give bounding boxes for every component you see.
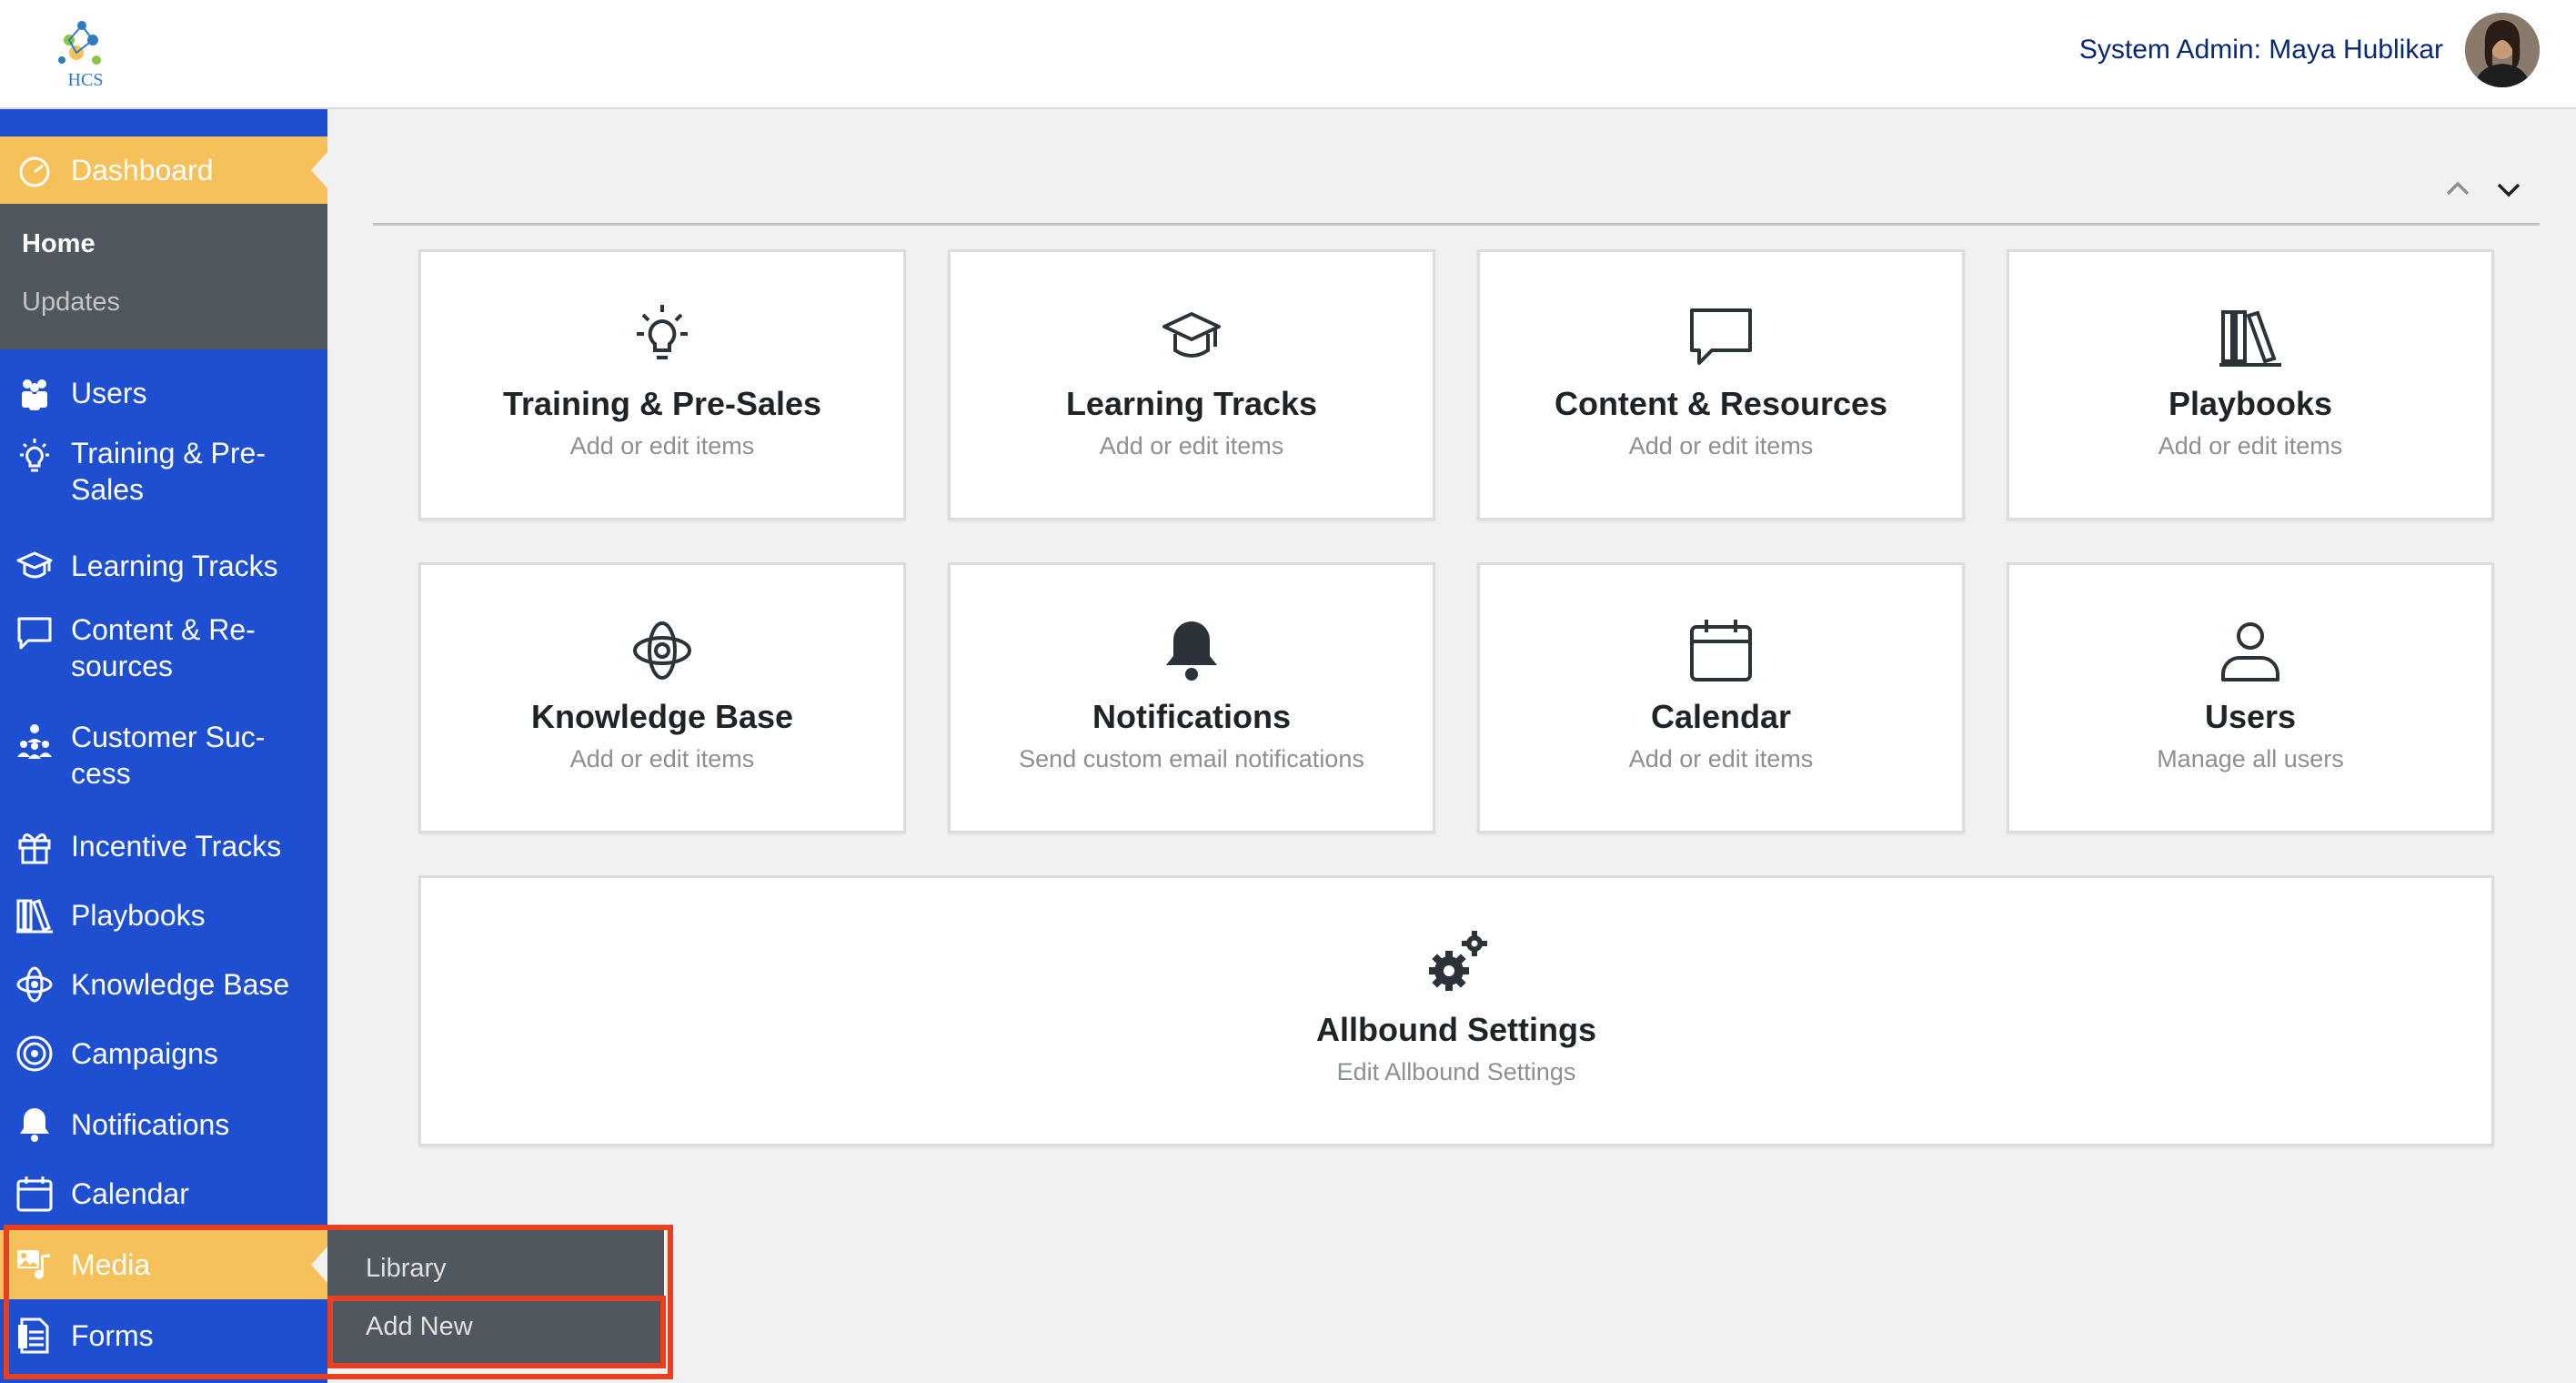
sidebar-item-label: Incentive Tracks [71,830,282,863]
card-subtitle: Send custom email notifications [1019,745,1364,772]
card-calendar[interactable]: Calendar Add or edit items [1477,562,1965,833]
card-title: Notifications [1092,698,1291,735]
atom-icon [624,612,700,689]
sidebar-item-label: Notifications [71,1108,230,1141]
sidebar-item-campaigns[interactable]: Campaigns [0,1026,327,1081]
gears-icon [1418,925,1494,1002]
graduation-cap-icon [1153,299,1230,376]
flyout-add-new[interactable]: Add New [366,1312,473,1342]
card-title: Knowledge Base [530,698,794,735]
card-learning-tracks[interactable]: Learning Tracks Add or edit items [948,249,1435,520]
card-title: Users [2204,698,2297,735]
books-icon [2212,299,2289,376]
card-subtitle: Edit Allbound Settings [1336,1058,1576,1085]
sidebar-item-content-resources[interactable]: Content & Re- sources [0,611,327,684]
sidebar-item-label: Dashboard [71,154,214,187]
users-icon [13,371,56,415]
dashboard-panel: Training & Pre-Sales Add or edit items L… [373,138,2540,1217]
bell-icon [13,1103,56,1146]
dashboard-icon [13,148,56,192]
sidebar-item-label: Users [71,377,147,409]
card-notifications[interactable]: Notifications Send custom email notifica… [948,562,1435,833]
admin-user-label[interactable]: System Admin: Maya Hublikar [2079,35,2443,66]
card-subtitle: Add or edit items [1628,745,1814,772]
card-allbound-settings[interactable]: Allbound Settings Edit Allbound Settings [418,875,2494,1146]
atom-icon [13,963,56,1006]
sidebar-item-label: Learning Tracks [71,550,278,582]
sidebar: Dashboard Home Updates Users Training & … [0,109,327,1383]
user-icon [2212,612,2289,689]
svg-text:HCS: HCS [68,70,104,90]
panel-header [373,138,2540,226]
bell-icon [1153,612,1230,689]
sidebar-item-label: Content & Re- sources [71,613,256,682]
card-title: Playbooks [2168,385,2333,422]
chevron-up-icon[interactable] [2440,171,2476,207]
card-title: Learning Tracks [1065,385,1318,422]
card-subtitle: Add or edit items [569,745,755,772]
card-title: Content & Resources [1554,385,1888,422]
submenu-updates[interactable]: Updates [22,288,120,318]
sidebar-item-forms[interactable]: Forms [0,1301,327,1370]
media-icon [13,1243,56,1287]
dashboard-submenu: Home Updates [0,204,327,349]
sidebar-item-media[interactable]: Media [0,1230,327,1299]
sidebar-item-label: Training & Pre- Sales [71,437,266,506]
sidebar-item-knowledge-base[interactable]: Knowledge Base [0,957,327,1012]
sidebar-item-label: Forms [71,1319,154,1352]
sidebar-item-training-pre-sales[interactable]: Training & Pre- Sales [0,435,327,508]
card-title: Calendar [1650,698,1792,735]
card-subtitle: Manage all users [2157,745,2344,772]
speech-bubble-icon [13,611,56,655]
sidebar-item-label: Knowledge Base [71,968,290,1001]
sidebar-item-incentive-tracks[interactable]: Incentive Tracks [0,819,327,873]
card-knowledge-base[interactable]: Knowledge Base Add or edit items [418,562,906,833]
calendar-icon [13,1172,56,1216]
forms-icon [13,1314,56,1358]
sidebar-item-label: Playbooks [71,899,206,932]
card-subtitle: Add or edit items [1099,432,1284,459]
card-subtitle: Add or edit items [569,432,755,459]
submenu-home[interactable]: Home [22,229,96,259]
sidebar-item-customer-success[interactable]: Customer Suc- cess [0,719,327,792]
sidebar-item-dashboard[interactable]: Dashboard [0,136,327,204]
top-bar: HCS System Admin: Maya Hublikar [0,0,2576,109]
graduation-cap-icon [13,544,56,588]
sidebar-item-label: Media [71,1248,151,1281]
sidebar-item-calendar[interactable]: Calendar [0,1166,327,1221]
sidebar-item-learning-tracks[interactable]: Learning Tracks [0,539,327,593]
card-training-pre-sales[interactable]: Training & Pre-Sales Add or edit items [418,249,906,520]
flyout-library[interactable]: Library [366,1254,447,1284]
card-playbooks[interactable]: Playbooks Add or edit items [2007,249,2494,520]
calendar-icon [1683,612,1759,689]
target-icon [13,1032,56,1075]
lightbulb-icon [624,299,700,376]
card-title: Training & Pre-Sales [502,385,822,422]
sidebar-item-label: Customer Suc- cess [71,721,266,790]
hcs-logo[interactable]: HCS [45,13,122,95]
org-chart-icon [13,719,56,762]
card-users[interactable]: Users Manage all users [2007,562,2494,833]
card-title: Allbound Settings [1316,1011,1596,1048]
card-subtitle: Add or edit items [2158,432,2343,459]
sidebar-item-label: Calendar [71,1177,189,1210]
sidebar-item-label: Campaigns [71,1037,218,1070]
card-subtitle: Add or edit items [1628,432,1814,459]
sidebar-item-playbooks[interactable]: Playbooks [0,888,327,943]
lightbulb-icon [13,435,56,479]
avatar[interactable] [2465,13,2540,87]
media-flyout-menu: Library Add New [327,1230,664,1368]
sidebar-item-notifications[interactable]: Notifications [0,1097,327,1152]
card-content-resources[interactable]: Content & Resources Add or edit items [1477,249,1965,520]
speech-bubble-icon [1683,299,1759,376]
books-icon [13,893,56,937]
gift-icon [13,824,56,868]
sidebar-item-users[interactable]: Users [0,366,327,420]
chevron-down-icon[interactable] [2490,171,2527,207]
